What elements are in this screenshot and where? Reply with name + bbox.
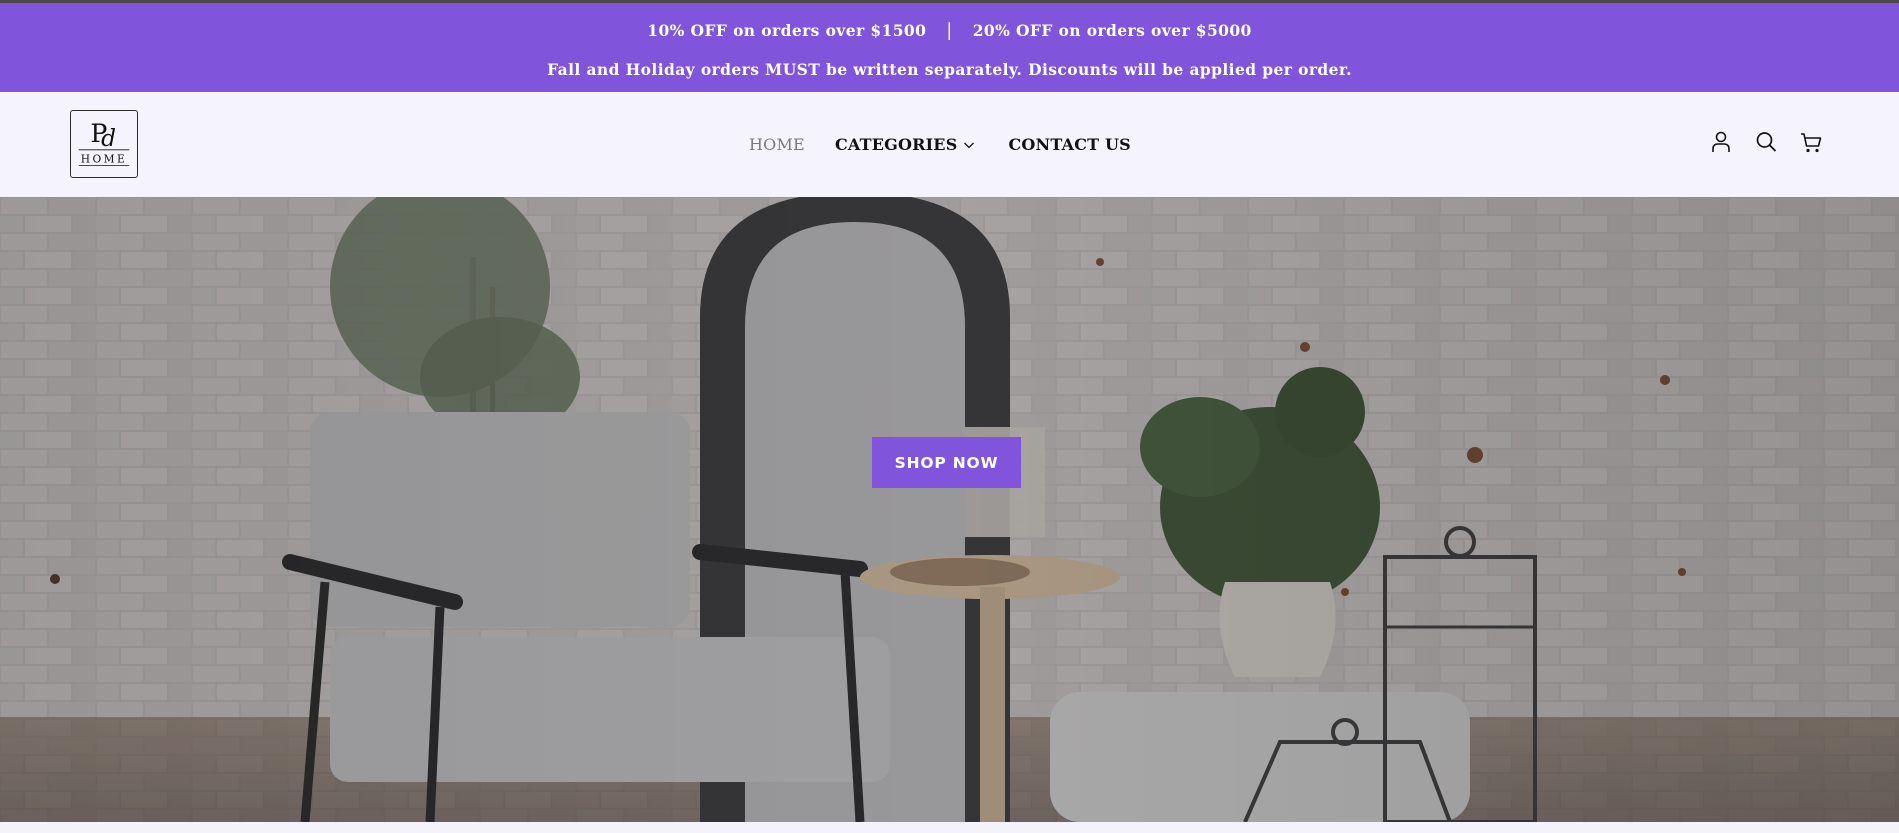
main-nav: HOME CATEGORIES CONTACT US [749, 92, 1131, 197]
announcement-bar: 10% OFF on orders over $1500 | 20% OFF o… [0, 0, 1899, 92]
nav-home[interactable]: HOME [749, 135, 805, 154]
shop-now-button[interactable]: SHOP NOW [872, 437, 1021, 488]
announcement-offers: 10% OFF on orders over $1500 | 20% OFF o… [0, 20, 1899, 41]
svg-text:d: d [101, 125, 116, 152]
hero-banner: SHOP NOW [0, 197, 1899, 822]
account-icon[interactable] [1710, 130, 1732, 154]
store-logo[interactable]: P d HOME [70, 110, 138, 178]
nav-categories-label: CATEGORIES [834, 135, 958, 154]
logo-mark: P d HOME [78, 119, 130, 166]
page-bottom-strip [0, 822, 1899, 833]
chevron-down-icon [964, 142, 975, 148]
announcement-notice: Fall and Holiday orders MUST be written … [547, 60, 1352, 79]
cart-icon[interactable] [1800, 130, 1822, 154]
offer-1500: 10% OFF on orders over $1500 [647, 21, 927, 40]
hero-image [0, 197, 1899, 822]
nav-categories[interactable]: CATEGORIES [835, 135, 976, 154]
site-header: P d HOME HOME CATEGORIES CONTACT US [0, 92, 1899, 197]
header-icons [1710, 130, 1822, 154]
nav-contact[interactable]: CONTACT US [1008, 135, 1130, 154]
offer-5000: 20% OFF on orders over $5000 [972, 21, 1252, 40]
search-icon[interactable] [1755, 130, 1777, 154]
offer-separator: | [946, 20, 953, 41]
svg-text:HOME: HOME [81, 152, 127, 165]
